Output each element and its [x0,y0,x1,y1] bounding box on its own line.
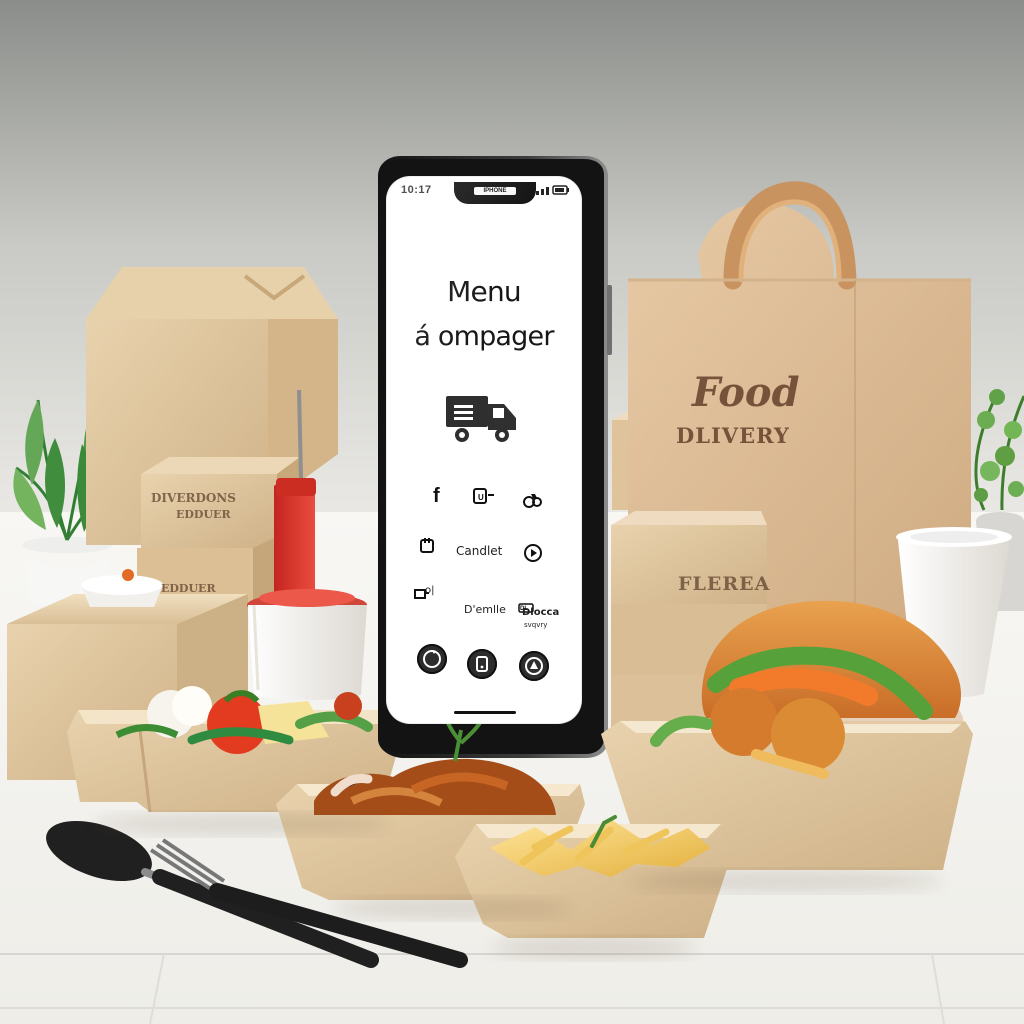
delivery-button[interactable] [519,651,549,681]
camera-notch: IPHONE [454,182,536,204]
phone-icon [476,656,488,672]
middle-label: D'emlle [464,603,506,616]
notch-label: IPHONE [474,187,516,195]
right-subtitle: svqvry [524,621,548,629]
left-small-label: o| [425,585,435,596]
phone-screen: 10:17 IPHONE Menu á ompager f U Candlet … [386,176,582,724]
status-time: 10:17 [401,184,432,196]
svg-text:U: U [478,493,484,502]
signal-icon [536,187,549,195]
calendar-icon[interactable] [417,536,443,562]
svg-text:f: f [433,485,440,507]
phone-button[interactable] [467,649,497,679]
left-box-label: DIVERDONS [151,491,236,505]
bag-label-delivery: DLIVERY [676,423,790,448]
instagram-icon[interactable]: U [470,486,496,512]
truck-icon [446,396,516,442]
status-icons [536,185,569,195]
center-label: Candlet [456,544,503,558]
stack-box-label: FLEREA [678,573,771,595]
screen-gloss [386,176,582,724]
battery-icon [552,185,569,195]
home-indicator [454,711,516,714]
facebook-icon[interactable]: f [425,482,451,508]
status-bar: 10:17 IPHONE [386,182,582,206]
menu-title-line-2: á ompager [414,321,554,352]
refresh-icon [423,650,441,668]
menu-title-line-1: Menu [447,275,521,308]
food-delivery-scene: DIVERDONS EDDUER EDDUER FLEREA Food DLIV… [0,0,1024,1024]
delivery-icon [525,657,543,675]
play-icon[interactable] [523,543,549,569]
right-label: Dlocca [522,607,560,618]
left-box-label-secondary: EDDUER [176,508,231,521]
left-bottom-box-label: EDDUER [161,582,216,595]
refresh-button[interactable] [417,644,447,674]
bag-label-food: Food [692,369,800,416]
bike-icon[interactable] [521,487,547,513]
